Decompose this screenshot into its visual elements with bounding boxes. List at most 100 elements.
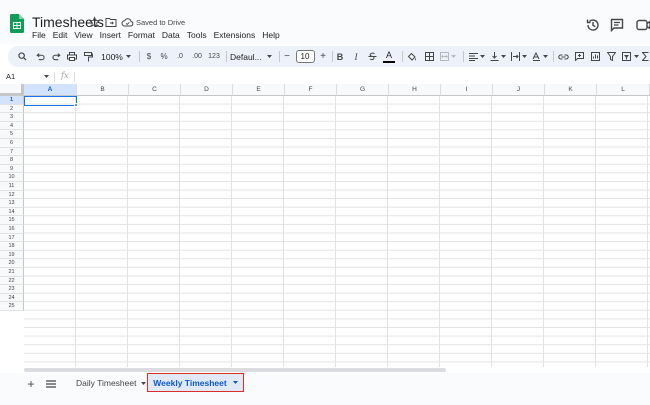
text-color-button[interactable]: A <box>382 46 396 67</box>
column-header-c[interactable]: C <box>129 84 181 96</box>
column-header-h[interactable]: H <box>389 84 441 96</box>
column-header-a[interactable]: A <box>24 84 77 96</box>
row-header-6[interactable]: 6 <box>0 139 24 148</box>
column-header-f[interactable]: F <box>285 84 337 96</box>
redo-button[interactable] <box>50 46 62 67</box>
column-header-b[interactable]: B <box>77 84 129 96</box>
row-header-17[interactable]: 17 <box>0 233 24 243</box>
fill-color-button[interactable] <box>406 46 418 67</box>
menu-file[interactable]: File <box>32 30 46 42</box>
menu-insert[interactable]: Insert <box>100 30 121 42</box>
row-header-19[interactable]: 19 <box>0 250 24 260</box>
column-header-d[interactable]: D <box>181 84 233 96</box>
row-header-12[interactable]: 12 <box>0 190 24 200</box>
row-header-15[interactable]: 15 <box>0 216 24 225</box>
more-formats-button[interactable]: 123 <box>206 46 222 67</box>
print-button[interactable] <box>66 46 78 67</box>
zoom-select[interactable]: 100% <box>99 46 133 67</box>
horizontal-scrollbar[interactable] <box>24 368 446 372</box>
format-percent-button[interactable]: % <box>159 46 169 67</box>
row-header-20[interactable]: 20 <box>0 259 24 268</box>
all-sheets-menu-icon[interactable] <box>46 380 56 388</box>
horizontal-align-button[interactable] <box>468 46 486 67</box>
font-family-select[interactable]: Defaul... <box>230 46 276 67</box>
search-menus-button[interactable] <box>16 46 28 67</box>
column-header-e[interactable]: E <box>233 84 285 96</box>
borders-button[interactable] <box>423 46 435 67</box>
active-cell[interactable] <box>24 96 77 106</box>
meet-icon[interactable] <box>635 17 650 33</box>
row-header-2[interactable]: 2 <box>0 104 24 114</box>
chevron-down-icon[interactable] <box>44 75 49 78</box>
chevron-down-icon[interactable] <box>141 381 147 385</box>
format-currency-button[interactable]: $ <box>144 46 154 67</box>
fill-handle[interactable] <box>74 102 78 107</box>
move-folder-icon[interactable] <box>105 15 117 29</box>
column-header-j[interactable]: J <box>493 84 545 96</box>
create-filter-button[interactable] <box>605 46 617 67</box>
formula-input[interactable] <box>76 71 646 83</box>
menu-edit[interactable]: Edit <box>53 30 68 42</box>
star-icon[interactable] <box>89 15 100 29</box>
sheet-tab-daily-timesheet[interactable]: Daily Timesheet <box>68 373 154 393</box>
menu-tools[interactable]: Tools <box>187 30 207 42</box>
column-header-i[interactable]: I <box>441 84 493 96</box>
row-header-24[interactable]: 24 <box>0 293 24 303</box>
google-sheets-logo-icon[interactable] <box>10 14 24 33</box>
row-header-11[interactable]: 11 <box>0 182 24 191</box>
row-header-4[interactable]: 4 <box>0 121 24 131</box>
row-header-21[interactable]: 21 <box>0 268 24 277</box>
increase-font-size-button[interactable]: + <box>318 46 328 67</box>
paint-format-button[interactable] <box>82 46 94 67</box>
link-icon <box>557 53 569 60</box>
name-box[interactable]: A1 <box>6 72 15 81</box>
insert-link-button[interactable] <box>557 46 569 67</box>
merge-cells-button[interactable] <box>439 46 457 67</box>
undo-button[interactable] <box>34 46 46 67</box>
chevron-down-icon[interactable] <box>232 381 238 384</box>
menu-data[interactable]: Data <box>162 30 180 42</box>
row-header-5[interactable]: 5 <box>0 130 24 139</box>
functions-button[interactable] <box>641 46 649 67</box>
version-history-icon[interactable] <box>585 17 601 33</box>
row-header-25[interactable]: 25 <box>0 302 24 311</box>
font-size-input[interactable]: 10 <box>295 46 315 67</box>
menu-extensions[interactable]: Extensions <box>214 30 256 42</box>
cell-area[interactable] <box>24 96 650 367</box>
row-header-10[interactable]: 10 <box>0 173 24 182</box>
add-sheet-button[interactable]: + <box>24 377 38 391</box>
column-header-k[interactable]: K <box>545 84 597 96</box>
strikethrough-button[interactable] <box>366 46 378 67</box>
decrease-font-size-button[interactable]: − <box>282 46 292 67</box>
decrease-decimal-button[interactable]: .0 <box>173 46 187 67</box>
menu-help[interactable]: Help <box>262 30 279 42</box>
bold-button[interactable]: B <box>334 46 346 67</box>
row-header-14[interactable]: 14 <box>0 207 24 217</box>
menu-format[interactable]: Format <box>128 30 155 42</box>
column-header-g[interactable]: G <box>337 84 389 96</box>
insert-comment-button[interactable] <box>573 46 585 67</box>
sheet-tab-weekly-timesheet[interactable]: Weekly Timesheet <box>147 373 244 392</box>
column-header-l[interactable]: L <box>597 84 650 96</box>
row-header-22[interactable]: 22 <box>0 276 24 286</box>
comments-icon[interactable] <box>609 17 625 33</box>
filter-views-button[interactable] <box>621 46 639 67</box>
row-header-13[interactable]: 13 <box>0 199 24 208</box>
row-header-18[interactable]: 18 <box>0 242 24 251</box>
row-header-23[interactable]: 23 <box>0 285 24 294</box>
vertical-align-button[interactable] <box>489 46 507 67</box>
insert-chart-button[interactable] <box>589 46 601 67</box>
row-header-7[interactable]: 7 <box>0 147 24 157</box>
increase-decimal-button[interactable]: .00 <box>189 46 205 67</box>
row-header-9[interactable]: 9 <box>0 164 24 174</box>
text-wrapping-button[interactable] <box>510 46 528 67</box>
sheet-bar: + Daily Timesheet Weekly Timesheet <box>0 373 650 405</box>
select-all-corner[interactable] <box>0 84 24 96</box>
menu-view[interactable]: View <box>74 30 92 42</box>
text-rotation-button[interactable] <box>531 46 549 67</box>
row-header-1[interactable]: 1 <box>0 96 24 105</box>
row-header-16[interactable]: 16 <box>0 225 24 234</box>
italic-button[interactable]: I <box>350 46 362 67</box>
row-header-8[interactable]: 8 <box>0 156 24 165</box>
row-header-3[interactable]: 3 <box>0 113 24 122</box>
